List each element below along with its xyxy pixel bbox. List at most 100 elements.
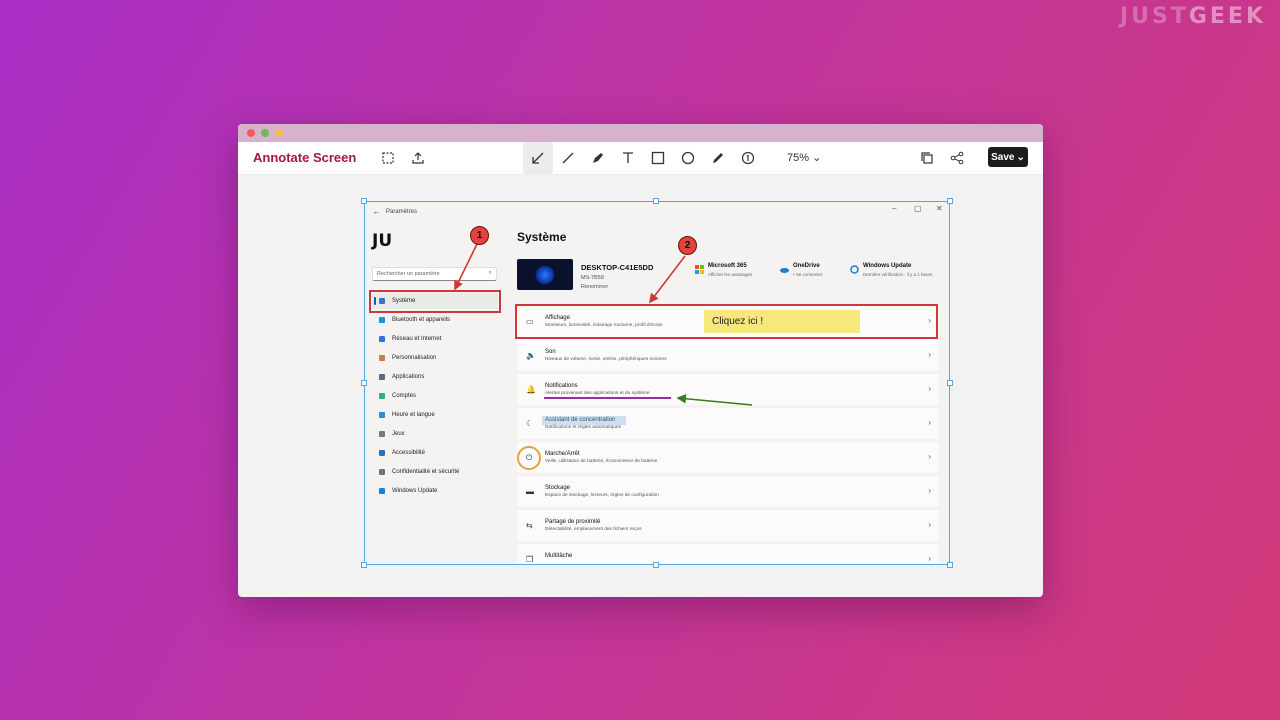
settings-card[interactable]: ▬ Stockage Espace de stockage, lecteurs, r… [517, 476, 939, 507]
sidebar-item[interactable]: Jeux [372, 426, 498, 442]
chevron-right-icon: › [928, 418, 931, 427]
device-model: MS-7B58 [581, 275, 604, 281]
card-description: Alertes provenant des applications et du… [545, 391, 650, 396]
resize-handle[interactable] [947, 562, 953, 568]
card-title: Son [545, 349, 556, 355]
highlight-box-systeme[interactable] [369, 290, 501, 313]
minimize-icon[interactable]: – [892, 204, 896, 213]
sidebar-item-label: Confidentialité et sécurité [392, 469, 460, 475]
chevron-down-icon: ⌄ [1016, 151, 1025, 163]
watermark: JUSTGEEK [1119, 4, 1266, 29]
resize-handle[interactable] [361, 380, 367, 386]
sidebar-item[interactable]: Personnalisation [372, 350, 498, 366]
captured-screenshot[interactable]: ← Paramètres – ▢ ✕ JU Rechercher un para… [364, 201, 950, 565]
ellipse-tool-button[interactable] [676, 146, 700, 170]
upload-button[interactable] [406, 146, 430, 170]
sidebar-item-label: Heure et langue [392, 412, 435, 418]
close-icon[interactable]: ✕ [936, 204, 943, 213]
chevron-right-icon: › [928, 384, 931, 393]
resize-handle[interactable] [653, 198, 659, 204]
sidebar-item-label: Accessibilité [392, 450, 426, 456]
highlighter-tool-icon [713, 153, 723, 163]
zoom-select[interactable]: 75% ⌄ [787, 151, 821, 164]
chevron-right-icon: › [928, 554, 931, 563]
settings-card[interactable]: ❐ Multitâche › [517, 544, 939, 565]
sidebar-item-label: Comptes [392, 393, 417, 399]
sidebar-item-icon [379, 336, 385, 342]
search-input[interactable]: Rechercher un paramètre ⌕ [372, 267, 497, 281]
resize-handle[interactable] [361, 562, 367, 568]
share-button[interactable] [945, 146, 969, 170]
share-icon [950, 151, 964, 165]
microsoft365-icon [695, 265, 704, 274]
copy-icon [921, 152, 933, 164]
circle-annotation[interactable] [517, 446, 541, 470]
line-tool-icon [562, 152, 574, 164]
chevron-right-icon: › [928, 520, 931, 529]
card-description: Détectabilité, emplacement des fichiers … [545, 527, 642, 532]
minimize-window-button[interactable] [261, 129, 269, 137]
windows-update-icon [850, 265, 859, 274]
highlighter-tool-button[interactable] [706, 146, 730, 170]
copy-button[interactable] [915, 146, 939, 170]
rename-link[interactable]: Renommer [581, 284, 608, 290]
card-icon: ☾ [526, 419, 534, 428]
card-title: Stockage [545, 485, 571, 491]
card-description: Veille, utilisation de batterie, économi… [545, 459, 658, 464]
text-tool-button[interactable] [616, 146, 640, 170]
resize-handle[interactable] [653, 562, 659, 568]
sidebar-item-icon [379, 450, 385, 456]
sidebar-item[interactable]: Windows Update [372, 483, 498, 499]
sidebar-item[interactable]: Applications [372, 369, 498, 385]
resize-handle[interactable] [947, 380, 953, 386]
zoom-window-button[interactable] [275, 129, 283, 137]
text-tool-icon [623, 152, 633, 163]
number-callout-2[interactable]: 2 [678, 236, 697, 255]
avatar: JU [372, 231, 393, 251]
device-thumbnail [517, 259, 573, 290]
underline-annotation[interactable] [544, 397, 671, 399]
save-button[interactable]: Save ⌄ [988, 147, 1028, 167]
sidebar-item[interactable]: Confidentialité et sécurité [372, 464, 498, 480]
sticky-note[interactable]: Cliquez ici ! [704, 310, 860, 333]
resize-handle[interactable] [361, 198, 367, 204]
settings-card[interactable]: ⏻ Marche/Arrêt Veille, utilisation de batt… [517, 442, 939, 473]
settings-card[interactable]: 🔔 Notifications Alertes provenant des appl… [517, 374, 939, 405]
settings-card[interactable]: ⇆ Partage de proximité Détectabilité, empl… [517, 510, 939, 541]
sidebar-item[interactable]: Comptes [372, 388, 498, 404]
back-arrow-icon[interactable]: ← [372, 206, 381, 216]
card-icon: 🔈 [526, 351, 536, 360]
resize-handle[interactable] [947, 198, 953, 204]
arrow-tool-icon [532, 152, 544, 164]
sidebar-item-label: Jeux [392, 431, 405, 437]
pen-tool-button[interactable] [586, 146, 610, 170]
toolbar: Annotate Screen 75% ⌄ Save ⌄ [238, 142, 1043, 175]
card-description: Niveaux de volume, sortie, entrée, périp… [545, 357, 667, 362]
settings-card[interactable]: 🔈 Son Niveaux de volume, sortie, entrée, p… [517, 340, 939, 371]
maximize-icon[interactable]: ▢ [914, 204, 922, 213]
sidebar-item[interactable]: Heure et langue [372, 407, 498, 423]
sidebar-item[interactable]: Réseau et Internet [372, 331, 498, 347]
card-title: Marche/Arrêt [545, 451, 580, 457]
highlight-annotation[interactable] [542, 416, 626, 425]
crop-button[interactable] [376, 146, 400, 170]
line-tool-button[interactable] [556, 146, 580, 170]
chevron-right-icon: › [928, 452, 931, 461]
arrow-tool-button[interactable] [523, 142, 553, 174]
card-icon: 🔔 [526, 385, 536, 394]
number-tool-button[interactable] [736, 146, 760, 170]
sidebar-item-label: Applications [392, 374, 425, 380]
close-window-button[interactable] [247, 129, 255, 137]
sidebar-item[interactable]: Accessibilité [372, 445, 498, 461]
card-title: Notifications [545, 383, 578, 389]
card-icon: ▬ [526, 487, 534, 496]
sidebar-item-icon [379, 488, 385, 494]
card-icon: ❐ [526, 555, 534, 564]
rectangle-tool-icon [651, 151, 665, 165]
number-callout-1[interactable]: 1 [470, 226, 489, 245]
rectangle-tool-button[interactable] [646, 146, 670, 170]
number-tool-icon [741, 151, 755, 165]
sidebar-item-icon [379, 355, 385, 361]
sidebar-item[interactable]: Bluetooth et appareils [372, 312, 498, 328]
page-title: Système [517, 230, 567, 244]
